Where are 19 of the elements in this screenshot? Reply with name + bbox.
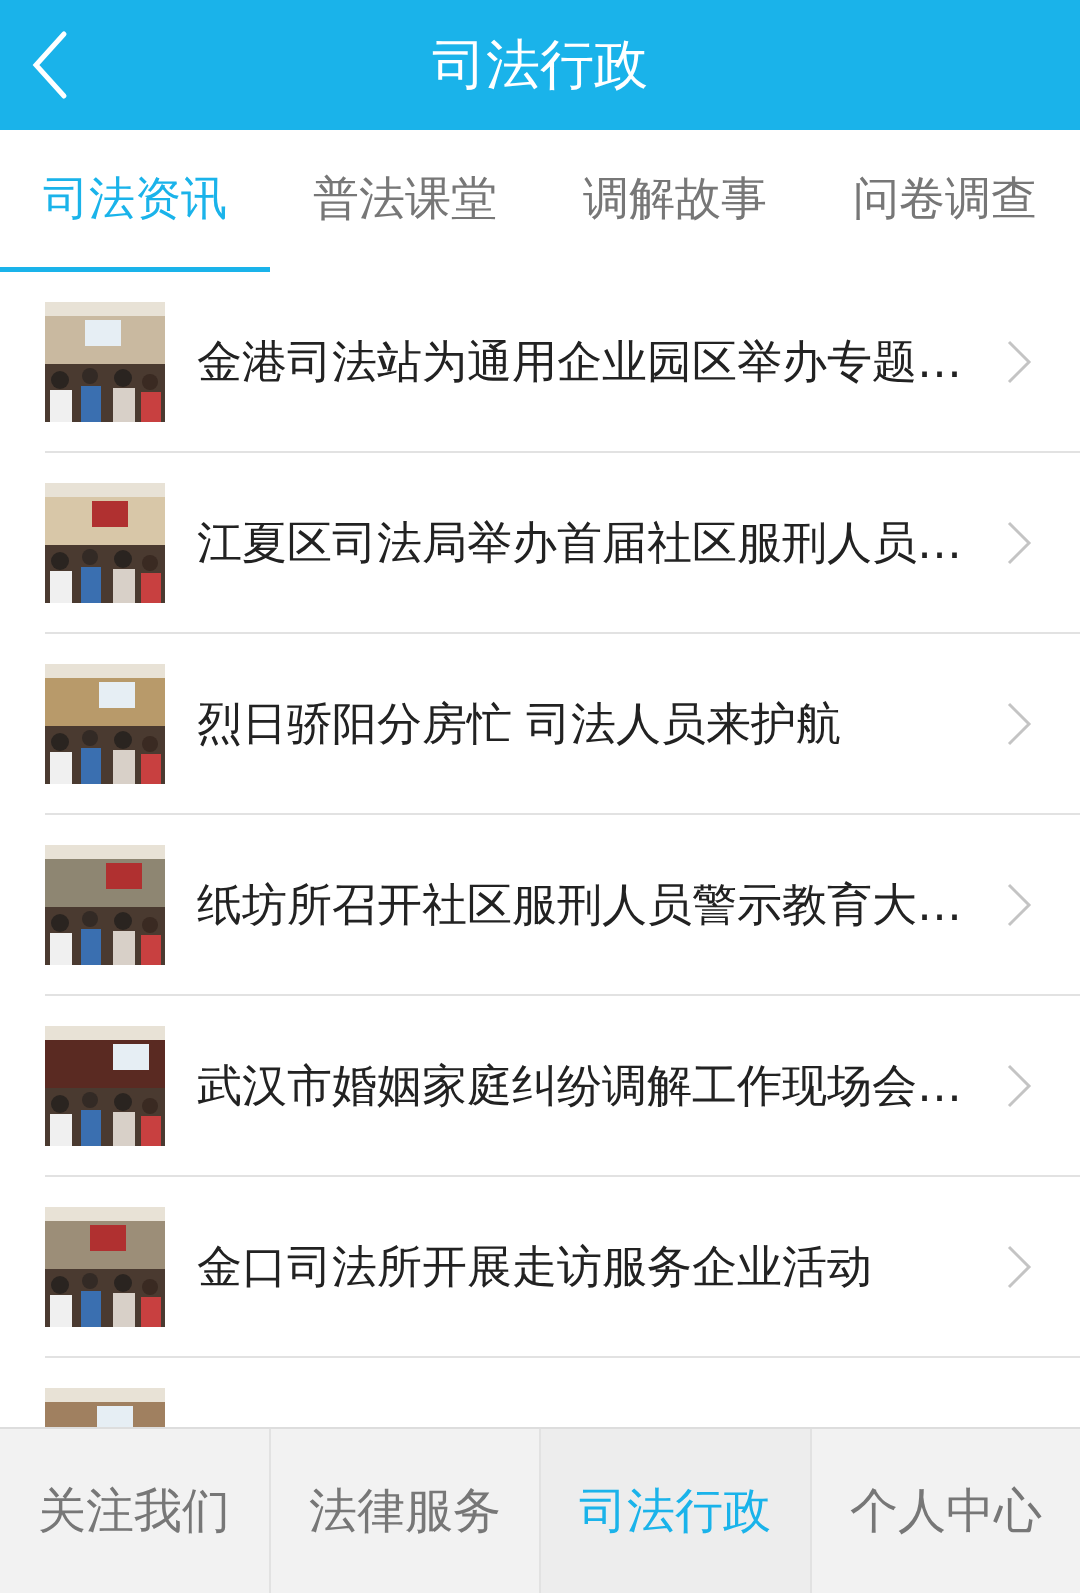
article-row[interactable]: 金口司法所开展走访服务企业活动 [45,1177,1080,1358]
article-title: 江夏区司法局举办首届社区服刑人员… [197,514,963,571]
chevron-right-icon [1006,338,1032,385]
page-title: 司法行政 [432,31,648,98]
article-row[interactable]: 烈日骄阳分房忙 司法人员来护航 [45,634,1080,815]
article-row[interactable]: 纸坊所召开社区服刑人员警示教育大… [45,815,1080,996]
article-title: 纸坊所召开社区服刑人员警示教育大… [197,876,963,933]
article-title: 烈日骄阳分房忙 司法人员来护航 [197,695,843,752]
chevron-right-icon [1006,519,1032,566]
chevron-right-icon [1006,1062,1032,1109]
article-title: 金口司法所开展走访服务企业活动 [197,1238,873,1295]
article-title: 武汉市婚姻家庭纠纷调解工作现场会… [197,1057,963,1114]
chevron-right-icon [1006,1243,1032,1290]
article-title: 金港司法站为通用企业园区举办专题… [197,333,963,390]
article-row[interactable]: 武汉市婚姻家庭纠纷调解工作现场会… [45,996,1080,1177]
chevron-right-icon [1006,881,1032,928]
chevron-right-icon [1006,700,1032,747]
article-row[interactable]: 江夏区司法局举办首届社区服刑人员… [45,453,1080,634]
article-row[interactable]: 金港司法站为通用企业园区举办专题… [45,272,1080,453]
